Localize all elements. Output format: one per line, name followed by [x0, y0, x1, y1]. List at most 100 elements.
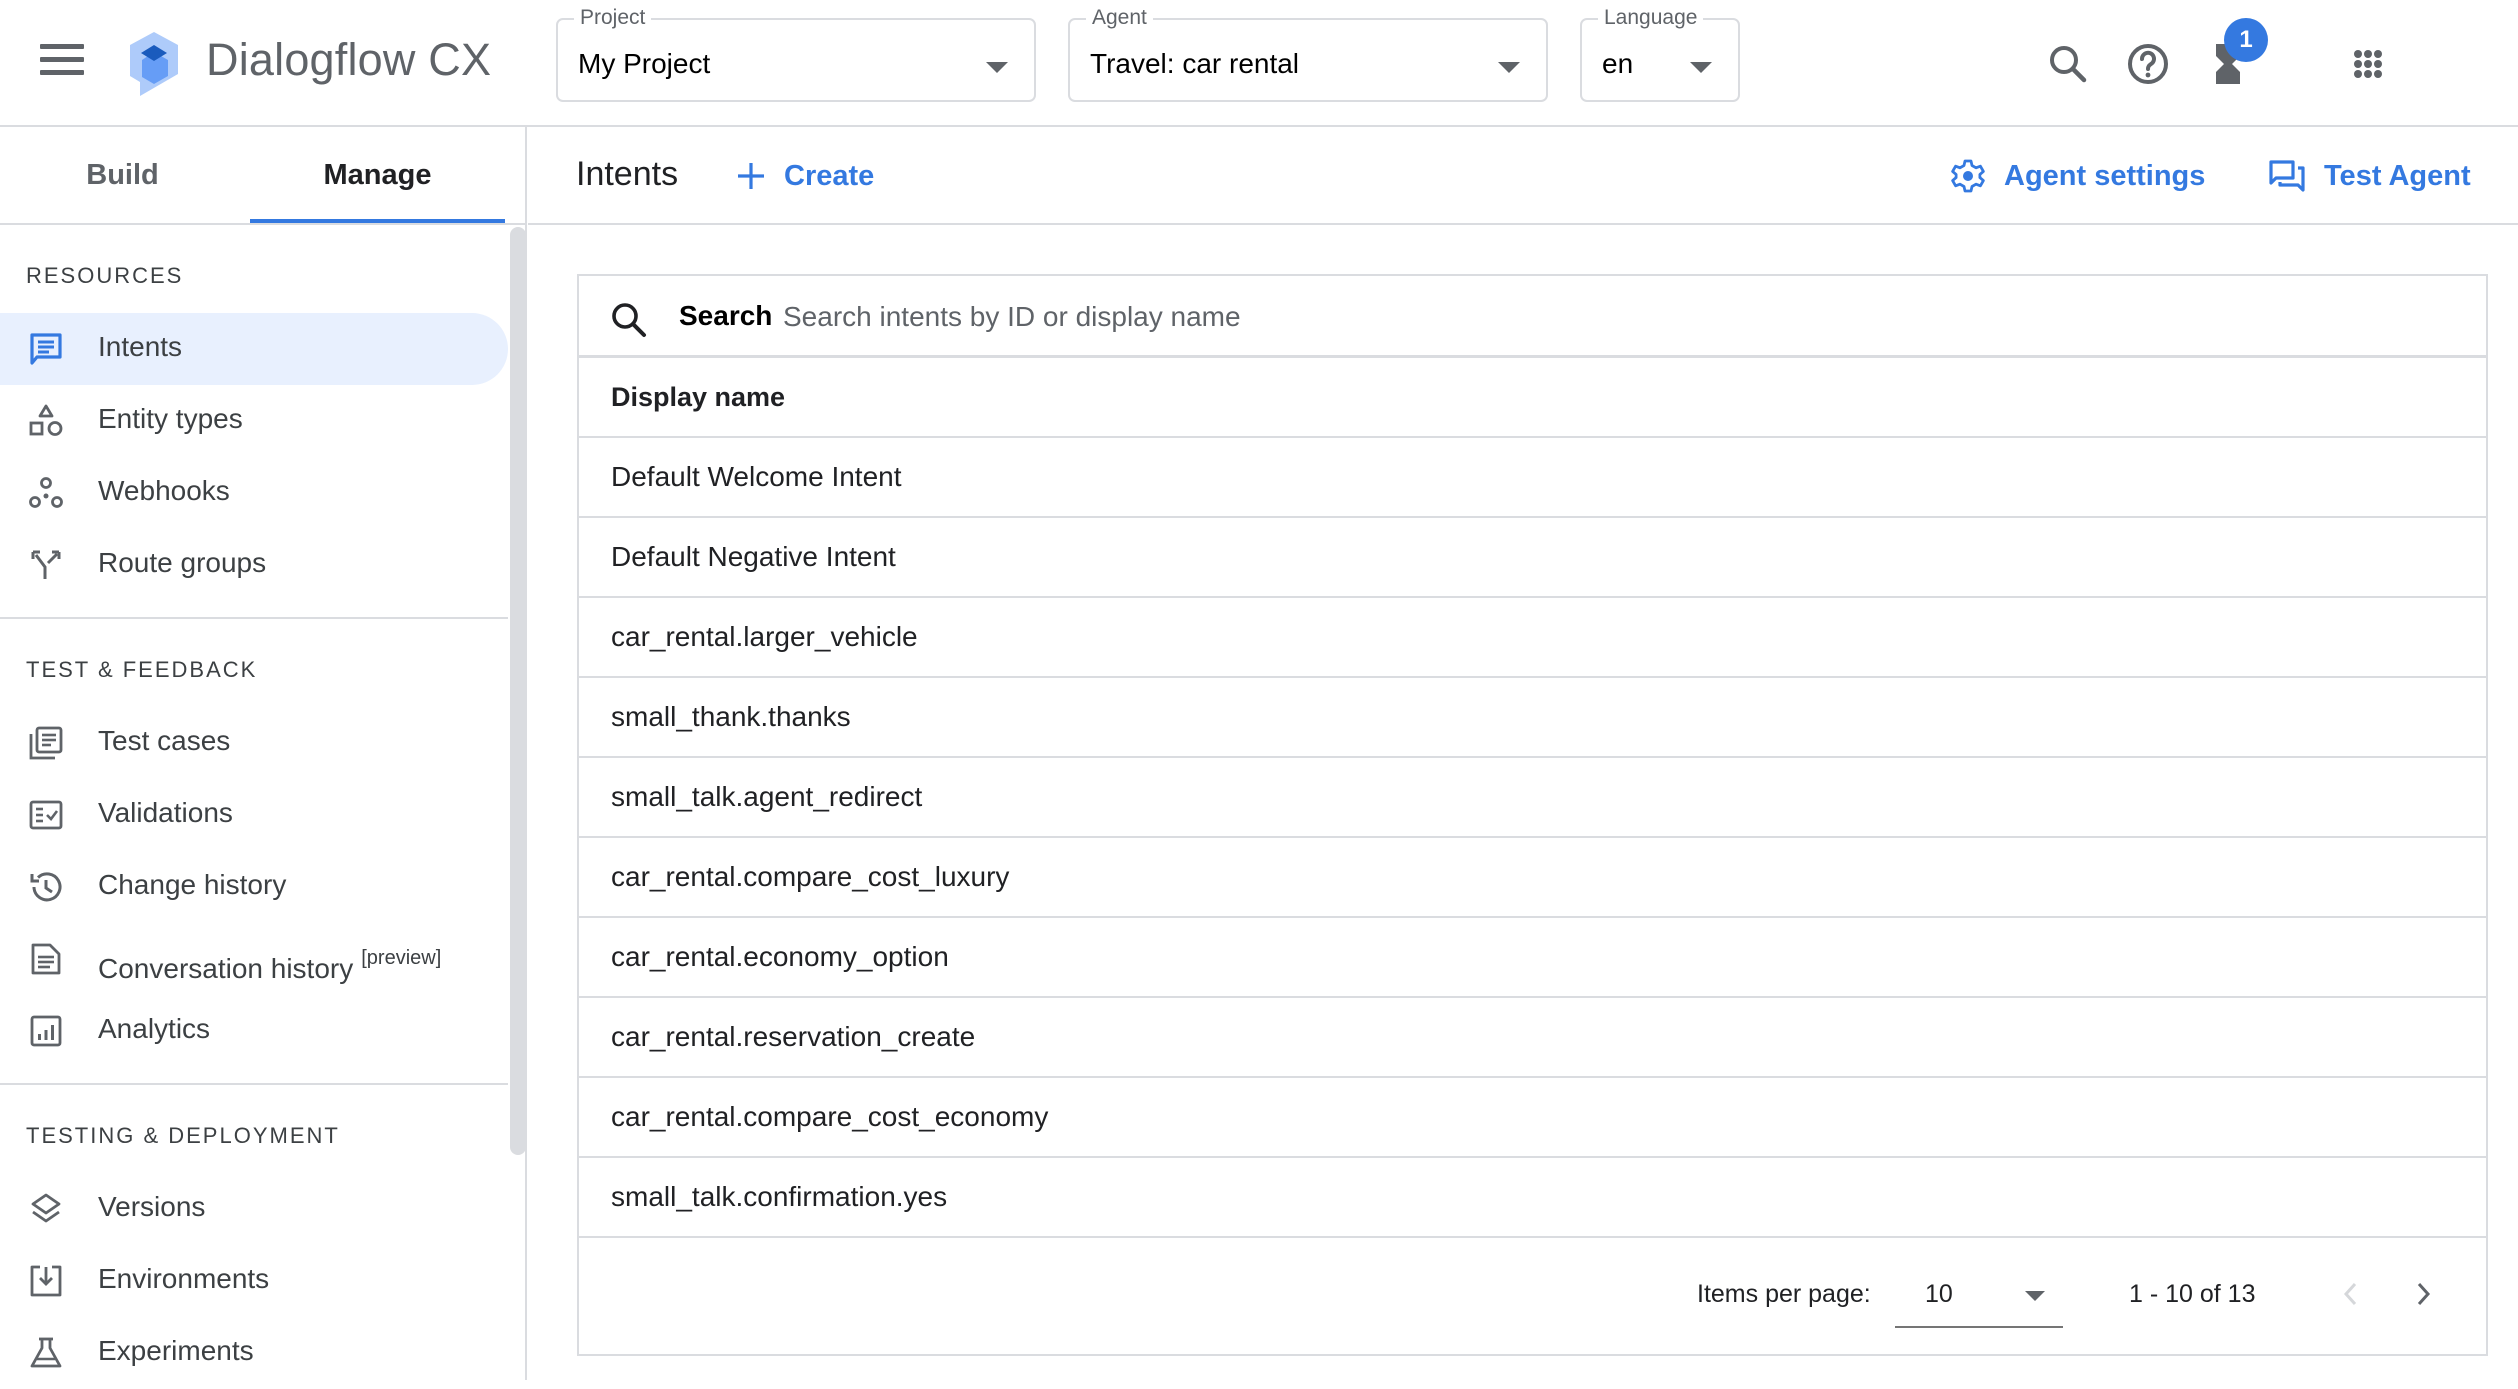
search-input[interactable]: [783, 294, 2383, 340]
main-content: Intents Create Agent settings Test Agent: [528, 127, 2518, 1380]
next-page-button[interactable]: [2401, 1272, 2445, 1316]
section-title-testing-deployment: TESTING & DEPLOYMENT: [26, 1123, 340, 1148]
tab-manage[interactable]: Manage: [250, 127, 505, 223]
sidebar-item-label: Webhooks: [98, 475, 230, 506]
dropdown-arrow-icon: [1498, 62, 1520, 73]
analytics-icon: [30, 1015, 62, 1047]
sidebar-item-environments[interactable]: Environments: [0, 1245, 508, 1317]
chevron-left-icon: [2343, 1282, 2357, 1306]
entity-types-icon: [29, 404, 63, 436]
sidebar-item-label: Test cases: [98, 725, 231, 756]
test-agent-button[interactable]: Test Agent: [2268, 151, 2471, 201]
environments-icon: [30, 1265, 62, 1297]
sidebar-scrollbar[interactable]: [510, 227, 526, 1155]
table-row[interactable]: small_talk.confirmation.yes: [579, 1158, 2486, 1238]
search-icon[interactable]: [2040, 36, 2096, 92]
sidebar: Build Manage RESOURCES Intents Entity ty…: [0, 127, 527, 1380]
sidebar-item-label: Experiments: [98, 1335, 254, 1366]
sidebar-item-analytics[interactable]: Analytics: [0, 995, 508, 1067]
preview-tag: [preview]: [361, 947, 442, 969]
agent-settings-button[interactable]: Agent settings: [1950, 151, 2205, 201]
plus-icon: [738, 163, 764, 189]
sidebar-item-entity-types[interactable]: Entity types: [0, 385, 508, 457]
notification-badge: 1: [2224, 18, 2268, 62]
table-row[interactable]: small_thank.thanks: [579, 678, 2486, 758]
agent-select-value: Travel: car rental: [1090, 48, 1300, 79]
app-bar: Dialogflow CX Project My Project Agent T…: [0, 0, 2518, 127]
sidebar-item-change-history[interactable]: Change history: [0, 851, 508, 923]
page-title: Intents: [576, 155, 679, 193]
sidebar-item-intents[interactable]: Intents: [0, 313, 508, 385]
sidebar-item-experiments[interactable]: Experiments: [0, 1317, 508, 1389]
sidebar-item-label: Validations: [98, 797, 233, 828]
sidebar-item-conversation-history[interactable]: Conversation history [preview]: [0, 923, 508, 995]
menu-icon-bar: [40, 44, 84, 49]
language-select-label: Language: [1598, 6, 1704, 30]
sidebar-item-label: Intents: [98, 331, 183, 362]
items-per-page-value: 10: [1925, 1280, 1953, 1308]
table-row[interactable]: Default Welcome Intent: [579, 438, 2486, 518]
menu-icon-bar: [40, 57, 84, 62]
sidebar-item-label: Environments: [98, 1263, 270, 1294]
sidebar-item-label: Analytics: [98, 1013, 211, 1044]
language-select-value: en: [1602, 48, 1634, 79]
layers-icon: [31, 1193, 61, 1223]
table-row[interactable]: car_rental.larger_vehicle: [579, 598, 2486, 678]
help-icon[interactable]: [2120, 36, 2176, 92]
section-divider: [0, 617, 508, 619]
sidebar-item-label: Versions: [98, 1191, 206, 1222]
document-icon: [31, 943, 61, 975]
create-button[interactable]: Create: [736, 151, 874, 201]
menu-button[interactable]: [40, 44, 84, 80]
sidebar-item-test-cases[interactable]: Test cases: [0, 707, 508, 779]
chat-icon: [2269, 160, 2305, 192]
table-row[interactable]: car_rental.compare_cost_luxury: [579, 838, 2486, 918]
table-row[interactable]: car_rental.reservation_create: [579, 998, 2486, 1078]
app-title: Dialogflow CX: [206, 34, 492, 85]
chevron-right-icon: [2417, 1282, 2431, 1306]
section-title-test-feedback: TEST & FEEDBACK: [26, 657, 258, 682]
agent-select[interactable]: Agent Travel: car rental: [1068, 6, 1548, 102]
items-per-page-label: Items per page:: [1697, 1280, 1871, 1308]
project-select-value: My Project: [578, 48, 711, 79]
table-row[interactable]: car_rental.economy_option: [579, 918, 2486, 998]
flask-icon: [30, 1337, 62, 1368]
section-divider: [0, 1083, 508, 1085]
table-row[interactable]: car_rental.compare_cost_economy: [579, 1078, 2486, 1158]
intents-table: Search Display name Default Welcome Inte…: [577, 274, 2488, 1356]
apps-grid-icon[interactable]: [2340, 36, 2396, 92]
sidebar-item-validations[interactable]: Validations: [0, 779, 508, 851]
agent-settings-label: Agent settings: [2004, 159, 2206, 192]
history-icon: [30, 872, 62, 902]
previous-page-button[interactable]: [2329, 1272, 2373, 1316]
sidebar-item-route-groups[interactable]: Route groups: [0, 529, 508, 601]
create-button-label: Create: [784, 159, 875, 192]
sidebar-item-webhooks[interactable]: Webhooks: [0, 457, 508, 529]
items-per-page-select[interactable]: 10: [1895, 1266, 2063, 1328]
sidebar-item-label: Route groups: [98, 547, 267, 578]
test-cases-icon: [29, 726, 63, 760]
sidebar-item-label: Conversation history [preview]: [98, 947, 441, 985]
intent-icon: [30, 333, 62, 365]
agent-select-label: Agent: [1086, 6, 1153, 30]
dialogflow-logo-icon: [130, 32, 178, 96]
sidebar-item-label: Change history: [98, 869, 287, 900]
dropdown-arrow-icon: [2025, 1291, 2045, 1301]
search-bar[interactable]: Search: [579, 276, 2486, 358]
search-icon: [612, 303, 646, 337]
table-row[interactable]: small_talk.agent_redirect: [579, 758, 2486, 838]
column-header-display-name[interactable]: Display name: [579, 358, 2486, 438]
webhooks-icon: [29, 477, 63, 508]
sidebar-item-versions[interactable]: Versions: [0, 1173, 508, 1245]
table-row[interactable]: Default Negative Intent: [579, 518, 2486, 598]
gear-icon: [1951, 159, 1985, 193]
tab-build[interactable]: Build: [0, 127, 245, 223]
page-range: 1 - 10 of 13: [2129, 1280, 2256, 1308]
validations-icon: [29, 800, 63, 830]
language-select[interactable]: Language en: [1580, 6, 1740, 102]
page-header: Intents Create Agent settings Test Agent: [528, 127, 2518, 225]
search-label: Search: [679, 300, 773, 331]
project-select[interactable]: Project My Project: [556, 6, 1036, 102]
menu-icon-bar: [40, 70, 84, 75]
pagination: Items per page: 10 1 - 10 of 13: [579, 1238, 2486, 1354]
